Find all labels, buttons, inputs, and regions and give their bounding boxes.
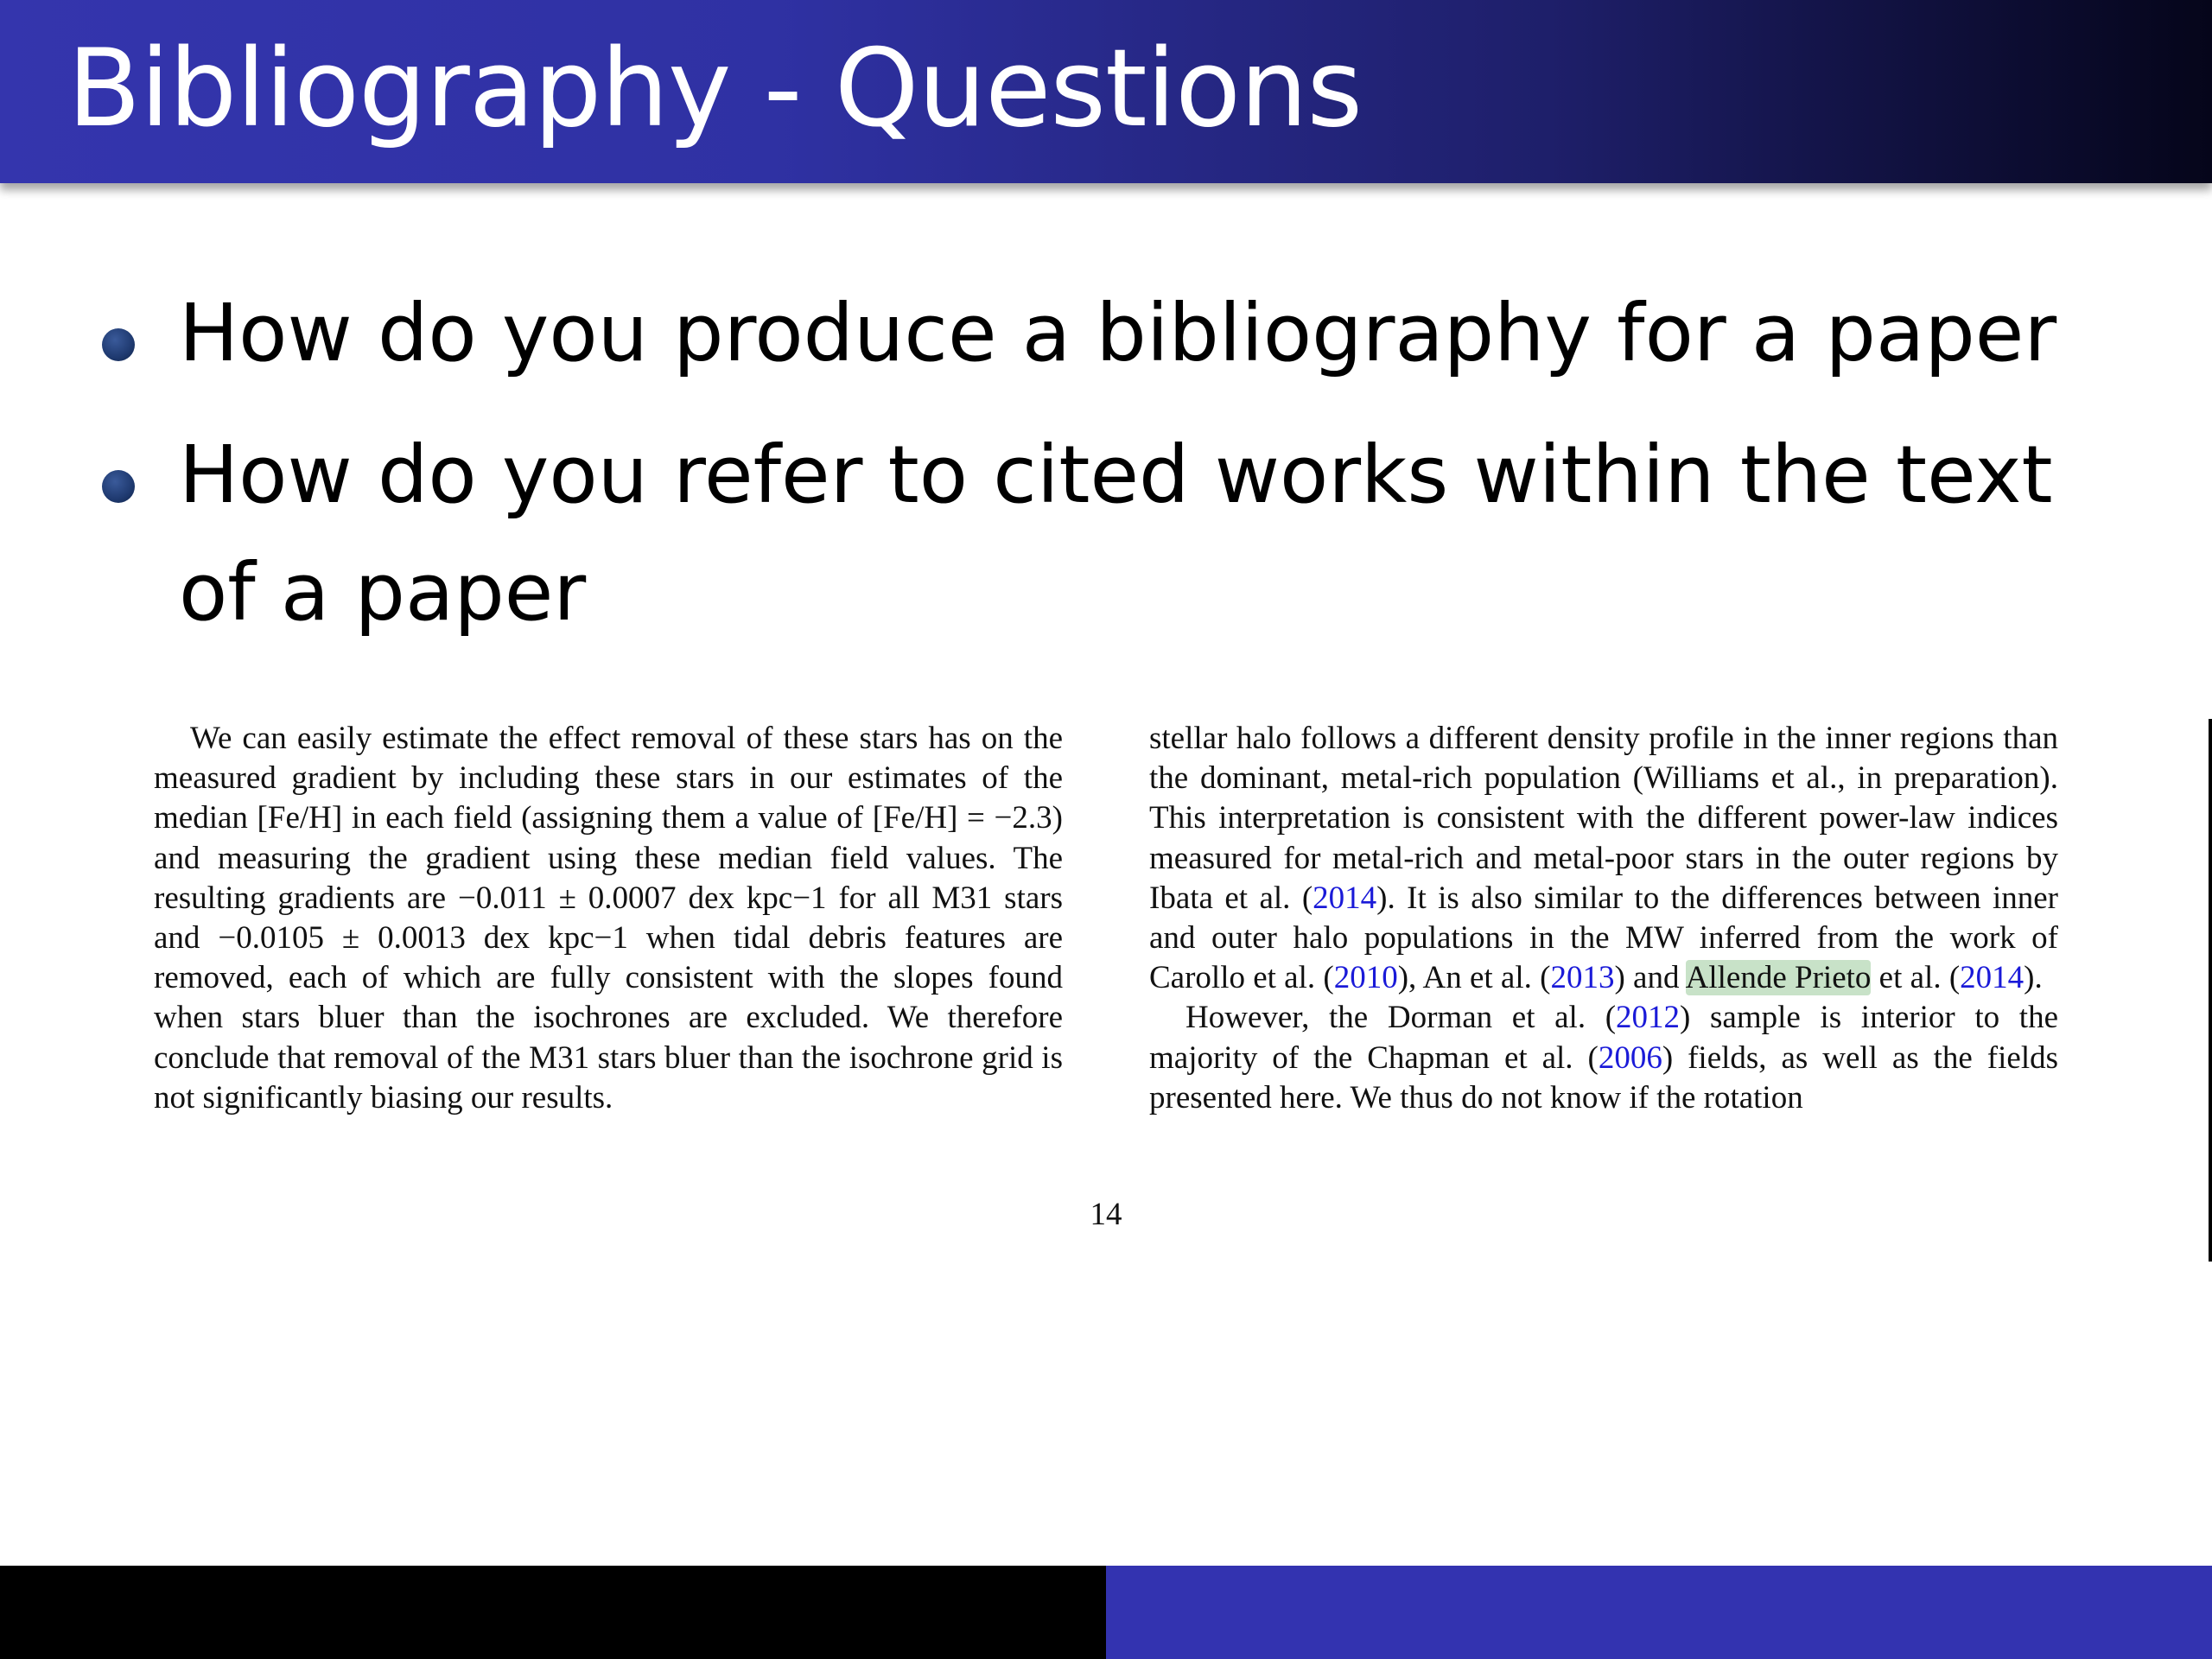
paper-paragraph: However, the Dorman et al. (2012) sample… — [1149, 998, 2058, 1118]
paper-text: ). — [2024, 960, 2043, 996]
footer-bar-right — [1106, 1566, 2212, 1659]
paper-left-column: We can easily estimate the effect remova… — [154, 719, 1063, 1118]
bullet-item: How do you refer to cited works within t… — [0, 416, 2106, 652]
paper-text: et al. ( — [1871, 960, 1961, 996]
bullet-text: How do you refer to cited works within t… — [179, 429, 2053, 639]
paper-paragraph: We can easily estimate the effect remova… — [154, 721, 1063, 1116]
bullet-dot-icon — [102, 470, 135, 503]
citation-link[interactable]: 2012 — [1616, 1000, 1680, 1035]
page-edge-divider — [2209, 719, 2212, 1262]
slide-title-bar: Bibliography - Questions — [0, 0, 2212, 183]
highlighted-author: Allende Prieto — [1685, 960, 1872, 996]
citation-link[interactable]: 2006 — [1599, 1040, 1662, 1076]
citation-link[interactable]: 2013 — [1550, 960, 1614, 995]
paper-text: ) and — [1614, 960, 1686, 996]
page-number: 14 — [1090, 1197, 1122, 1232]
paper-text: However, the Dorman et al. ( — [1185, 1000, 1617, 1036]
bullet-text: How do you produce a bibliography for a … — [179, 287, 2057, 379]
paper-text: ), An et al. ( — [1397, 960, 1551, 996]
paper-right-column: stellar halo follows a different density… — [1149, 719, 2058, 1118]
citation-link[interactable]: 2010 — [1334, 960, 1398, 995]
citation-link[interactable]: 2014 — [1960, 960, 2024, 995]
paper-paragraph: stellar halo follows a different density… — [1149, 719, 2058, 998]
bullet-item: How do you produce a bibliography for a … — [0, 275, 2106, 392]
slide-title: Bibliography - Questions — [67, 27, 1363, 151]
bullet-list: How do you produce a bibliography for a … — [0, 275, 2212, 676]
citation-link[interactable]: 2014 — [1313, 880, 1376, 916]
bullet-dot-icon — [102, 328, 135, 361]
footer-bar-left — [0, 1566, 1106, 1659]
